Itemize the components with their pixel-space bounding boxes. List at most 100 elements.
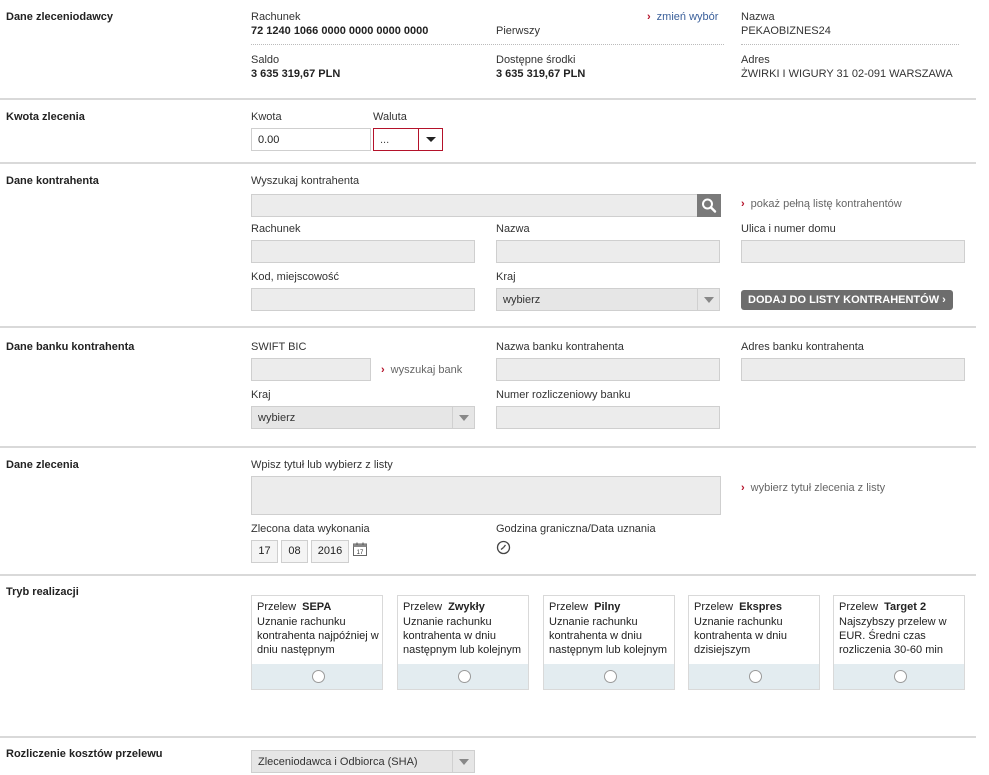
section-title-bank: Dane banku kontrahenta bbox=[6, 341, 135, 353]
bank-address-input[interactable] bbox=[741, 358, 965, 381]
svg-text:17: 17 bbox=[357, 550, 364, 556]
mode-radio-express[interactable] bbox=[749, 670, 762, 683]
bank-address-label: Adres banku kontrahenta bbox=[741, 341, 864, 353]
date-month-input[interactable]: 08 bbox=[281, 540, 308, 563]
contractor-street-input[interactable] bbox=[741, 240, 965, 263]
chevron-down-icon bbox=[452, 407, 474, 428]
mode-card-footer bbox=[834, 664, 964, 689]
mode-prefix: Przelew bbox=[257, 601, 297, 613]
amount-input[interactable] bbox=[251, 128, 371, 151]
mode-card-express[interactable]: Przelew Ekspres Uznanie rachunku kontrahe… bbox=[688, 595, 820, 690]
mode-card-description: Najszybszy przelew w EUR. Średni czas ro… bbox=[839, 616, 947, 656]
choose-order-title-link[interactable]: › wybierz tytuł zlecenia z listy bbox=[741, 482, 885, 494]
add-to-contractor-list-button[interactable]: DODAJ DO LISTY KONTRAHENTÓW › bbox=[741, 290, 953, 310]
chevron-right-icon: › bbox=[381, 364, 385, 376]
search-icon[interactable] bbox=[697, 194, 721, 217]
chevron-down-icon bbox=[418, 129, 442, 150]
mode-prefix: Przelew bbox=[694, 601, 734, 613]
swift-input[interactable] bbox=[251, 358, 371, 381]
divider-dotted bbox=[251, 44, 724, 45]
bank-name-input[interactable] bbox=[496, 358, 720, 381]
show-full-list-label: pokaż pełną listę kontrahentów bbox=[750, 198, 902, 210]
order-title-label: Wpisz tytuł lub wybierz z listy bbox=[251, 459, 393, 471]
cost-settlement-value: Zleceniodawca i Odbiorca (SHA) bbox=[258, 756, 418, 768]
principal-account-label: Rachunek bbox=[251, 11, 301, 23]
mode-name: Zwykły bbox=[448, 601, 485, 613]
settlement-number-label: Numer rozliczeniowy banku bbox=[496, 389, 631, 401]
choose-title-label: wybierz tytuł zlecenia z listy bbox=[750, 482, 886, 494]
mode-card-urgent[interactable]: Przelew Pilny Uznanie rachunku kontrahent… bbox=[543, 595, 675, 690]
mode-card-title: Przelew SEPA bbox=[257, 601, 331, 613]
chevron-right-icon: › bbox=[942, 294, 946, 306]
mode-name: Pilny bbox=[594, 601, 621, 613]
order-title-textarea[interactable] bbox=[251, 476, 721, 515]
divider-dotted bbox=[741, 44, 959, 45]
mode-card-title: Przelew Zwykły bbox=[403, 601, 485, 613]
available-funds-label: Dostępne środki bbox=[496, 54, 576, 66]
bank-country-value: wybierz bbox=[258, 412, 296, 424]
add-to-list-label: DODAJ DO LISTY KONTRAHENTÓW bbox=[748, 294, 940, 306]
section-title-principal: Dane zleceniodawcy bbox=[6, 11, 113, 23]
change-selection-label: zmień wybór bbox=[656, 11, 719, 23]
section-title-amount: Kwota zlecenia bbox=[6, 111, 85, 123]
contractor-account-input[interactable] bbox=[251, 240, 475, 263]
mode-card-footer bbox=[398, 664, 528, 689]
mode-card-standard[interactable]: Przelew Zwykły Uznanie rachunku kontrahen… bbox=[397, 595, 529, 690]
change-selection-link[interactable]: › zmień wybór bbox=[647, 11, 718, 23]
contractor-account-label: Rachunek bbox=[251, 223, 301, 235]
principal-address-value: ŻWIRKI I WIGURY 31 02-091 WARSZAWA bbox=[741, 68, 953, 80]
section-divider bbox=[0, 326, 976, 328]
search-bank-label: wyszukaj bank bbox=[390, 364, 463, 376]
mode-prefix: Przelew bbox=[549, 601, 589, 613]
bank-country-label: Kraj bbox=[251, 389, 271, 401]
contractor-postal-label: Kod, miejscowość bbox=[251, 271, 340, 283]
swift-label: SWIFT BIC bbox=[251, 341, 307, 353]
date-year-input[interactable]: 2016 bbox=[311, 540, 349, 563]
chevron-right-icon: › bbox=[741, 198, 745, 210]
mode-radio-standard[interactable] bbox=[458, 670, 471, 683]
mode-card-title: Przelew Ekspres bbox=[694, 601, 782, 613]
mode-card-footer bbox=[252, 664, 382, 689]
currency-label: Waluta bbox=[373, 111, 407, 123]
mode-radio-urgent[interactable] bbox=[604, 670, 617, 683]
contractor-country-select[interactable]: wybierz bbox=[496, 288, 720, 311]
mode-card-target2[interactable]: Przelew Target 2 Najszybszy przelew w EUR… bbox=[833, 595, 965, 690]
contractor-country-value: wybierz bbox=[503, 294, 541, 306]
clock-icon[interactable] bbox=[496, 540, 511, 555]
section-divider bbox=[0, 162, 976, 164]
search-bank-link[interactable]: › wyszukaj bank bbox=[381, 364, 462, 376]
bank-country-select[interactable]: wybierz bbox=[251, 406, 475, 429]
settlement-number-input[interactable] bbox=[496, 406, 720, 429]
bank-name-label: Nazwa banku kontrahenta bbox=[496, 341, 624, 353]
contractor-search-label: Wyszukaj kontrahenta bbox=[251, 175, 360, 187]
deadline-label: Godzina graniczna/Data uznania bbox=[496, 523, 656, 535]
chevron-down-icon bbox=[452, 751, 474, 772]
contractor-search-input[interactable] bbox=[251, 194, 699, 217]
balance-value: 3 635 319,67 PLN bbox=[251, 68, 341, 80]
mode-prefix: Przelew bbox=[403, 601, 443, 613]
currency-select[interactable]: ... bbox=[373, 128, 443, 151]
mode-radio-target2[interactable] bbox=[894, 670, 907, 683]
execution-date-label: Zlecona data wykonania bbox=[251, 523, 370, 535]
mode-radio-sepa[interactable] bbox=[312, 670, 325, 683]
mode-card-description: Uznanie rachunku kontrahenta w dniu nast… bbox=[549, 616, 668, 656]
principal-name-value: PEKAOBIZNES24 bbox=[741, 25, 831, 37]
mode-card-sepa[interactable]: Przelew SEPA Uznanie rachunku kontrahenta… bbox=[251, 595, 383, 690]
section-title-contractor: Dane kontrahenta bbox=[6, 175, 99, 187]
available-funds-value: 3 635 319,67 PLN bbox=[496, 68, 586, 80]
mode-card-description: Uznanie rachunku kontrahenta w dniu nast… bbox=[403, 616, 522, 656]
principal-address-label: Adres bbox=[741, 54, 770, 66]
contractor-name-input[interactable] bbox=[496, 240, 720, 263]
contractor-postal-input[interactable] bbox=[251, 288, 475, 311]
section-divider bbox=[0, 574, 976, 576]
mode-card-title: Przelew Target 2 bbox=[839, 601, 926, 613]
contractor-street-label: Ulica i numer domu bbox=[741, 223, 836, 235]
calendar-icon[interactable]: 17 bbox=[352, 541, 368, 557]
section-divider bbox=[0, 98, 976, 100]
principal-name-label: Nazwa bbox=[741, 11, 775, 23]
date-day-input[interactable]: 17 bbox=[251, 540, 278, 563]
contractor-country-label: Kraj bbox=[496, 271, 516, 283]
cost-settlement-select[interactable]: Zleceniodawca i Odbiorca (SHA) bbox=[251, 750, 475, 773]
amount-label: Kwota bbox=[251, 111, 282, 123]
show-full-contractor-list-link[interactable]: › pokaż pełną listę kontrahentów bbox=[741, 198, 902, 210]
